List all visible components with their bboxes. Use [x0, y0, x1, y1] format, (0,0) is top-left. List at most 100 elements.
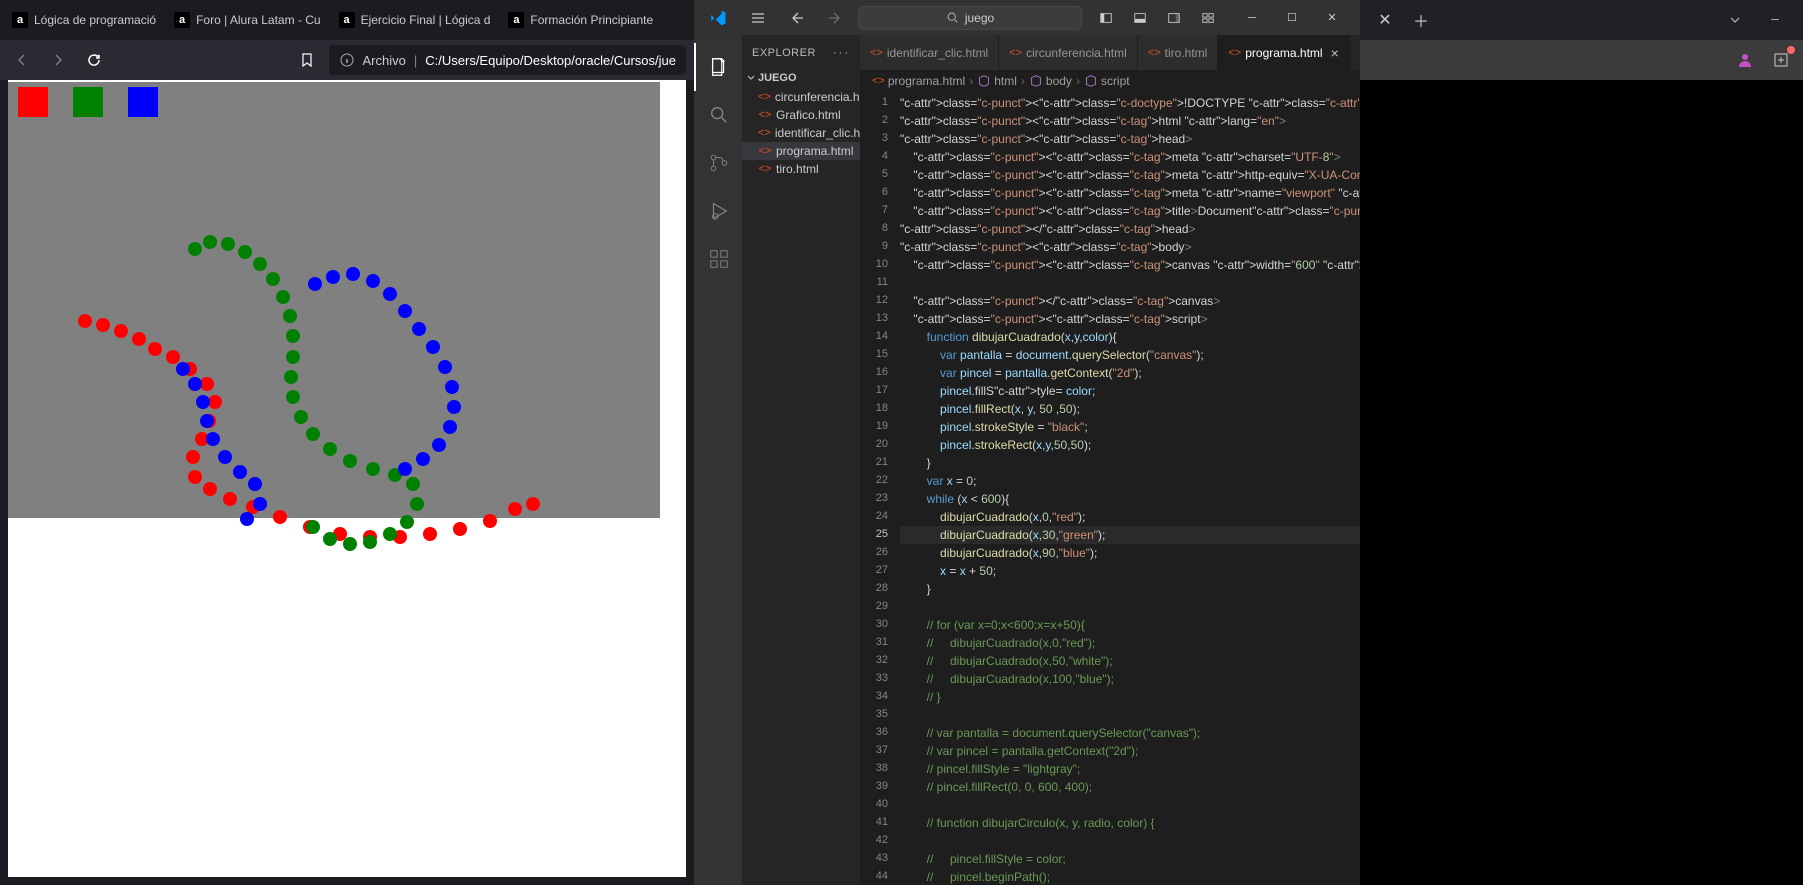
dot [253, 497, 267, 511]
tab-label: Ejercicio Final | Lógica d [361, 13, 491, 27]
dot [410, 497, 424, 511]
browser-tab-0[interactable]: a Lógica de programació [4, 4, 164, 36]
dot [203, 482, 217, 496]
canvas-output[interactable] [8, 82, 660, 518]
run-debug-icon[interactable] [694, 187, 742, 235]
vscode-window: juego ─ ☐ ✕ EXPLORER ··· [694, 0, 1360, 885]
browser-tab-2[interactable]: a Ejercicio Final | Lógica d [331, 4, 499, 36]
back-button[interactable] [8, 46, 36, 74]
dot [266, 272, 280, 286]
dot [323, 532, 337, 546]
layout-panel-icon[interactable] [1124, 2, 1156, 34]
tab-label: identificar_clic.html [887, 46, 988, 60]
layout-customize-icon[interactable] [1192, 2, 1224, 34]
nav-forward-button[interactable] [818, 2, 850, 34]
dot [176, 362, 190, 376]
tab-label: tiro.html [1165, 46, 1208, 60]
browser-window: a Lógica de programació a Foro | Alura L… [0, 0, 694, 885]
dot [383, 527, 397, 541]
source-control-icon[interactable] [694, 139, 742, 187]
url-path: C:/Users/Equipo/Desktop/oracle/Cursos/ju… [425, 53, 676, 68]
file-name: Grafico.html [776, 108, 841, 122]
close-button[interactable]: ✕ [1312, 3, 1352, 33]
html-file-icon: <> [758, 162, 772, 176]
activity-bar [694, 35, 742, 885]
edge-tab-close-icon[interactable]: ✕ [1368, 5, 1402, 35]
nav-back-button[interactable] [782, 2, 814, 34]
explorer-icon[interactable] [694, 43, 742, 91]
menu-button[interactable] [742, 2, 774, 34]
editor-tab[interactable]: <>identificar_clic.html [860, 35, 999, 70]
dot [447, 400, 461, 414]
dot [284, 370, 298, 384]
file-item[interactable]: <>programa.html [742, 142, 860, 160]
tab-label: circunferencia.html [1026, 46, 1127, 60]
editor-tab[interactable]: <>circunferencia.html [999, 35, 1138, 70]
file-item[interactable]: <> Grafico.html [742, 106, 860, 124]
tab-label: Foro | Alura Latam - Cu [196, 13, 321, 27]
search-activity-icon[interactable] [694, 91, 742, 139]
file-item[interactable]: <>circunferencia.html [742, 88, 860, 106]
extensions-icon[interactable] [694, 235, 742, 283]
blue-square [128, 87, 158, 117]
collections-icon[interactable] [1767, 46, 1795, 74]
dot [343, 454, 357, 468]
dot [200, 414, 214, 428]
vscode-titlebar: juego ─ ☐ ✕ [694, 0, 1360, 35]
search-text: juego [965, 11, 994, 25]
file-item[interactable]: <>identificar_clic.html [742, 124, 860, 142]
search-icon [946, 11, 959, 24]
new-tab-button[interactable]: ＋ [1406, 8, 1436, 32]
more-icon[interactable]: ··· [833, 47, 850, 59]
dot [166, 350, 180, 364]
dot [286, 329, 300, 343]
url-bar[interactable]: Archivo | C:/Users/Equipo/Desktop/oracle… [329, 45, 686, 75]
layout-sidebar-left-icon[interactable] [1090, 2, 1122, 34]
dot [186, 450, 200, 464]
green-square [73, 87, 103, 117]
layout-sidebar-right-icon[interactable] [1158, 2, 1190, 34]
dot [188, 377, 202, 391]
dot [306, 520, 320, 534]
browser-tab-3[interactable]: a Formación Principiante [500, 4, 661, 36]
reload-button[interactable] [80, 46, 108, 74]
editor-tab-active[interactable]: <>programa.html× [1218, 35, 1349, 70]
tab-label: programa.html [1245, 46, 1322, 60]
dot [203, 235, 217, 249]
edge-titlebar: ✕ ＋ ─ [1360, 0, 1803, 40]
bookmark-button[interactable] [293, 46, 321, 74]
close-tab-icon[interactable]: × [1331, 45, 1339, 61]
minimize-button[interactable]: ─ [1755, 5, 1795, 35]
profile-icon[interactable] [1731, 46, 1759, 74]
edge-dropdown-icon[interactable] [1715, 5, 1755, 35]
sidebar-header: EXPLORER ··· [742, 35, 860, 70]
dot [526, 497, 540, 511]
info-icon [339, 52, 355, 68]
dot [196, 395, 210, 409]
dot [208, 395, 222, 409]
dot [248, 477, 262, 491]
dot [221, 237, 235, 251]
html-file-icon: <> [872, 75, 885, 87]
sidebar-title: EXPLORER [752, 47, 816, 59]
dot [78, 314, 92, 328]
forward-button[interactable] [44, 46, 72, 74]
dot [240, 512, 254, 526]
editor-tab[interactable]: <>tiro.html [1138, 35, 1219, 70]
command-center[interactable]: juego [858, 6, 1082, 30]
browser-tab-1[interactable]: a Foro | Alura Latam - Cu [166, 4, 329, 36]
breadcrumb-label: html [994, 74, 1017, 88]
file-list: <>circunferencia.html <> Grafico.html <>i… [742, 86, 860, 180]
chevron-down-icon [746, 73, 756, 83]
file-item[interactable]: <>tiro.html [742, 160, 860, 178]
maximize-button[interactable]: ☐ [1272, 3, 1312, 33]
dot [363, 535, 377, 549]
favicon-icon: a [508, 12, 524, 28]
url-scheme: Archivo [363, 53, 406, 68]
html-file-icon: <> [758, 108, 772, 122]
html-file-icon: <> [758, 126, 771, 140]
minimize-button[interactable]: ─ [1232, 3, 1272, 33]
file-name: programa.html [776, 144, 853, 158]
folder-section[interactable]: JUEGO [742, 70, 860, 86]
dot [426, 340, 440, 354]
